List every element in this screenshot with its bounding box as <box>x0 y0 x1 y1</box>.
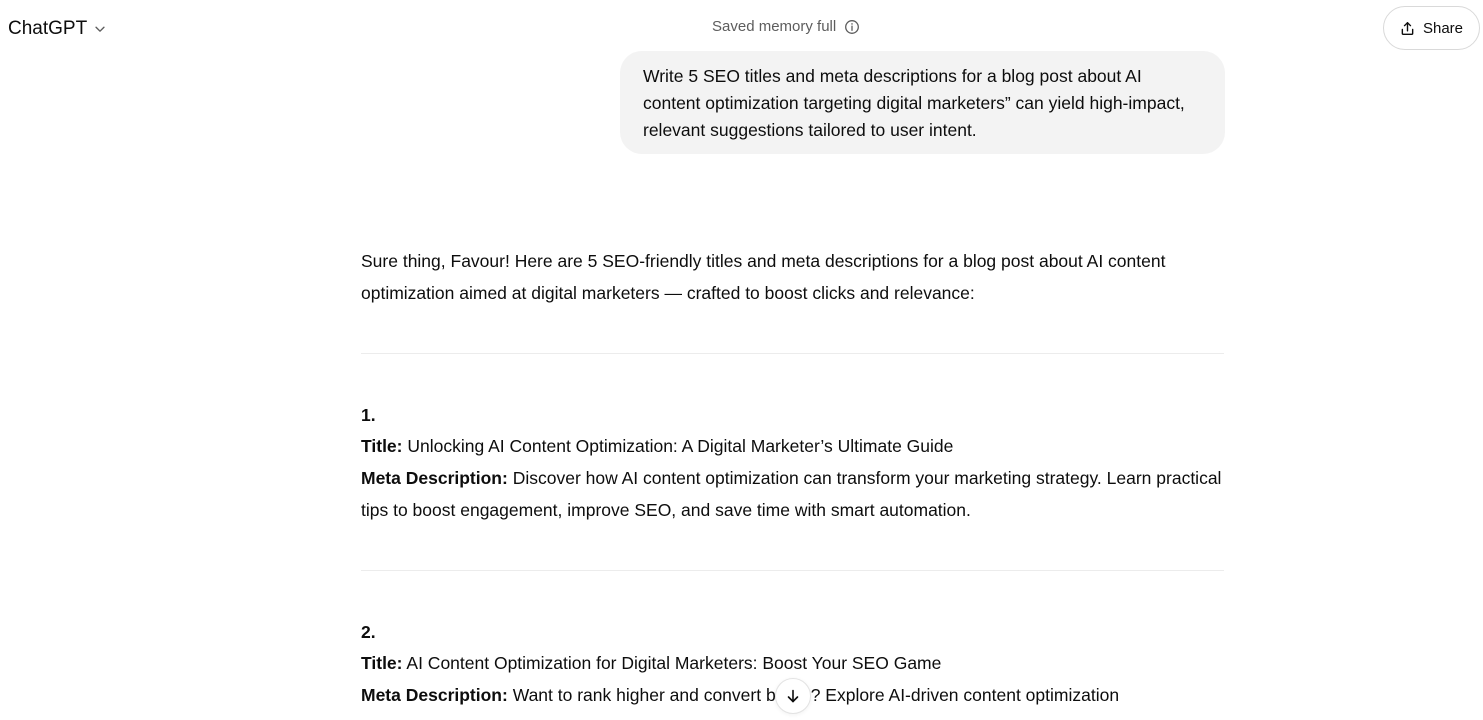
section-divider <box>361 570 1224 571</box>
item-title: Title: AI Content Optimization for Digit… <box>361 647 1224 679</box>
user-message-bubble: Write 5 SEO titles and meta descriptions… <box>620 51 1225 154</box>
share-label: Share <box>1422 19 1464 37</box>
title-label: Title: <box>361 436 403 456</box>
memory-status: Saved memory full <box>712 18 860 35</box>
memory-status-text: Saved memory full <box>712 18 837 35</box>
item-number: 2. <box>361 622 376 642</box>
item-title: Title: Unlocking AI Content Optimization… <box>361 430 1224 462</box>
share-icon <box>1401 21 1414 35</box>
meta-text: Want to rank higher and convert better? … <box>512 685 1120 705</box>
info-icon[interactable] <box>844 19 860 35</box>
meta-label: Meta Description: <box>361 468 508 488</box>
scroll-to-bottom-button[interactable] <box>775 678 811 714</box>
share-button[interactable]: Share <box>1383 6 1480 50</box>
chat-page: ChatGPT Saved memory full Share Write 5 … <box>0 0 1483 720</box>
assistant-intro: Sure thing, Favour! Here are 5 SEO-frien… <box>361 251 1166 303</box>
title-text: Unlocking AI Content Optimization: A Dig… <box>407 436 954 456</box>
model-switcher[interactable]: ChatGPT <box>6 16 109 42</box>
list-item: 1. Title: Unlocking AI Content Optimizat… <box>361 400 1224 526</box>
title-text: AI Content Optimization for Digital Mark… <box>406 653 942 673</box>
user-message-text: Write 5 SEO titles and meta descriptions… <box>643 66 1185 140</box>
item-number: 1. <box>361 405 376 425</box>
chevron-down-icon <box>95 26 105 32</box>
meta-label: Meta Description: <box>361 685 508 705</box>
arrow-down-icon <box>787 689 799 703</box>
item-meta-description: Meta Description: Discover how AI conten… <box>361 462 1224 526</box>
title-label: Title: <box>361 653 403 673</box>
section-divider <box>361 353 1224 354</box>
model-label: ChatGPT <box>8 18 88 39</box>
assistant-message: Sure thing, Favour! Here are 5 SEO-frien… <box>361 245 1224 309</box>
